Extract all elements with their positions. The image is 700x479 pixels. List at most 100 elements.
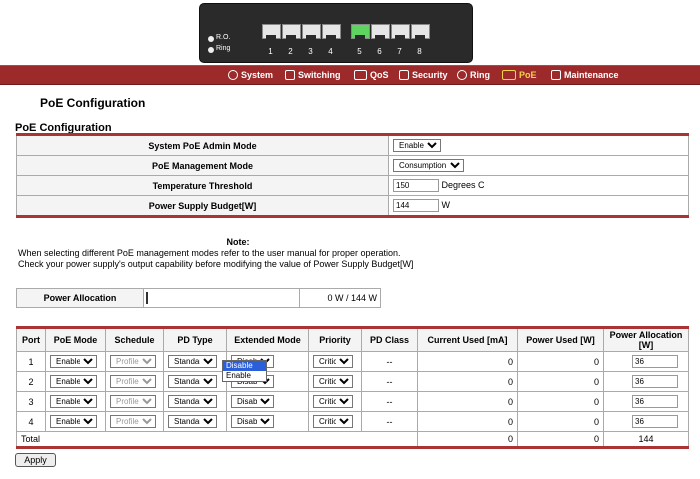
pd-type-select[interactable]: Standard bbox=[168, 415, 217, 428]
power-allocation-input[interactable] bbox=[632, 375, 678, 388]
ring-icon bbox=[457, 70, 467, 80]
ring-led-label: Ring bbox=[216, 45, 231, 52]
power-allocation-input[interactable] bbox=[632, 355, 678, 368]
temp-threshold-input[interactable] bbox=[393, 179, 439, 192]
port-1-icon bbox=[262, 24, 281, 39]
pd-type-select[interactable]: Standard bbox=[168, 355, 217, 368]
port-number-cell: 4 bbox=[16, 411, 46, 432]
extended-mode-select[interactable]: Disable bbox=[231, 415, 274, 428]
total-current-cell: 0 bbox=[417, 431, 518, 448]
menu-switching[interactable]: Switching bbox=[285, 68, 341, 82]
total-label: Total bbox=[16, 431, 418, 448]
table-header-row: Port PoE Mode Schedule PD Type Extended … bbox=[16, 327, 689, 352]
pd-class-cell: -- bbox=[361, 371, 418, 392]
port-number-cell: 2 bbox=[16, 371, 46, 392]
menu-ring[interactable]: Ring bbox=[457, 68, 490, 82]
extended-mode-select[interactable]: Disable bbox=[231, 395, 274, 408]
mgmt-mode-select[interactable]: Consumption bbox=[393, 159, 464, 172]
pd-class-cell: -- bbox=[361, 411, 418, 432]
poe-mode-select[interactable]: Enable bbox=[50, 375, 97, 388]
col-priority: Priority bbox=[308, 327, 362, 352]
menu-security[interactable]: Security bbox=[399, 68, 448, 82]
dropdown-option-enable[interactable]: Enable bbox=[223, 371, 266, 381]
poe-mode-select[interactable]: Enable bbox=[50, 395, 97, 408]
wrench-icon bbox=[551, 70, 561, 80]
current-used-cell: 0 bbox=[417, 351, 518, 372]
schedule-select[interactable]: Profile 1 bbox=[110, 415, 156, 428]
dropdown-option-disable[interactable]: Disable bbox=[223, 361, 266, 371]
table-total-row: Total 0 0 144 bbox=[16, 431, 689, 448]
gear-icon bbox=[228, 70, 238, 80]
table-row: 4 Enable Profile 1 Standard Disable Crit… bbox=[16, 411, 689, 432]
menu-qos[interactable]: QoS bbox=[354, 68, 389, 82]
power-used-cell: 0 bbox=[517, 411, 604, 432]
schedule-select[interactable]: Profile 1 bbox=[110, 355, 156, 368]
power-used-cell: 0 bbox=[517, 371, 604, 392]
admin-mode-select[interactable]: Enable bbox=[393, 139, 441, 152]
apply-button[interactable]: Apply bbox=[15, 453, 56, 467]
menu-maintenance[interactable]: Maintenance bbox=[551, 68, 619, 82]
port-number-cell: 3 bbox=[16, 391, 46, 412]
config-row: PoE Management Mode Consumption bbox=[16, 155, 689, 176]
budget-unit: W bbox=[441, 200, 451, 210]
port-6-icon bbox=[371, 24, 390, 39]
total-allocation-cell: 144 bbox=[603, 431, 689, 448]
temp-unit: Degrees C bbox=[441, 180, 485, 190]
power-used-cell: 0 bbox=[517, 391, 604, 412]
pd-type-select[interactable]: Standard bbox=[168, 395, 217, 408]
port-8-icon bbox=[411, 24, 430, 39]
note-box: Note: When selecting different PoE manag… bbox=[18, 237, 688, 270]
admin-mode-label: System PoE Admin Mode bbox=[16, 134, 389, 156]
col-current-used: Current Used [mA] bbox=[417, 327, 518, 352]
current-used-cell: 0 bbox=[417, 371, 518, 392]
config-row: Power Supply Budget[W] W bbox=[16, 195, 689, 217]
priority-select[interactable]: Critical bbox=[313, 375, 353, 388]
switch-device-image: R.O. Ring 1 2 3 4 5 6 7 8 bbox=[199, 3, 473, 63]
col-pd-type: PD Type bbox=[163, 327, 227, 352]
top-banner: R.O. Ring 1 2 3 4 5 6 7 8 bbox=[0, 0, 700, 64]
priority-select[interactable]: Critical bbox=[313, 395, 353, 408]
poe-icon bbox=[502, 70, 516, 80]
power-used-cell: 0 bbox=[517, 351, 604, 372]
mgmt-mode-label: PoE Management Mode bbox=[16, 155, 389, 176]
port-number-cell: 1 bbox=[16, 351, 46, 372]
config-row: Temperature Threshold Degrees C bbox=[16, 175, 689, 196]
port-3-icon bbox=[302, 24, 321, 39]
ro-led-label: R.O. bbox=[216, 34, 231, 41]
power-allocation-input[interactable] bbox=[632, 395, 678, 408]
col-extended-mode: Extended Mode bbox=[226, 327, 309, 352]
col-power-allocation: Power Allocation [W] bbox=[603, 327, 689, 352]
arrows-icon bbox=[285, 70, 295, 80]
power-allocation-input[interactable] bbox=[632, 415, 678, 428]
port-7-icon bbox=[391, 24, 410, 39]
pd-class-cell: -- bbox=[361, 351, 418, 372]
port-number: 5 bbox=[357, 47, 362, 56]
power-allocation-bar-fill bbox=[146, 292, 148, 304]
budget-label: Power Supply Budget[W] bbox=[16, 195, 389, 217]
budget-input[interactable] bbox=[393, 199, 439, 212]
power-allocation-table: Power Allocation 0 W / 144 W bbox=[16, 288, 381, 308]
temp-threshold-label: Temperature Threshold bbox=[16, 175, 389, 196]
pd-class-cell: -- bbox=[361, 391, 418, 412]
port-4-icon bbox=[322, 24, 341, 39]
ro-led-icon bbox=[208, 36, 214, 42]
menu-poe[interactable]: PoE bbox=[502, 68, 537, 82]
poe-mode-select[interactable]: Enable bbox=[50, 355, 97, 368]
schedule-select[interactable]: Profile 1 bbox=[110, 395, 156, 408]
power-allocation-value: 0 W / 144 W bbox=[299, 288, 381, 308]
col-schedule: Schedule bbox=[105, 327, 164, 352]
priority-select[interactable]: Critical bbox=[313, 355, 353, 368]
port-number: 6 bbox=[377, 47, 382, 56]
poe-mode-select[interactable]: Enable bbox=[50, 415, 97, 428]
table-row: 3 Enable Profile 1 Standard Disable Crit… bbox=[16, 391, 689, 412]
port-number: 3 bbox=[308, 47, 313, 56]
menu-system[interactable]: System bbox=[228, 68, 273, 82]
priority-select[interactable]: Critical bbox=[313, 415, 353, 428]
pd-type-select[interactable]: Standard bbox=[168, 375, 217, 388]
port-poe-table: Port PoE Mode Schedule PD Type Extended … bbox=[16, 326, 689, 449]
waves-icon bbox=[354, 70, 367, 80]
col-power-used: Power Used [W] bbox=[517, 327, 604, 352]
col-port: Port bbox=[16, 327, 46, 352]
col-pd-class: PD Class bbox=[361, 327, 418, 352]
schedule-select[interactable]: Profile 1 bbox=[110, 375, 156, 388]
